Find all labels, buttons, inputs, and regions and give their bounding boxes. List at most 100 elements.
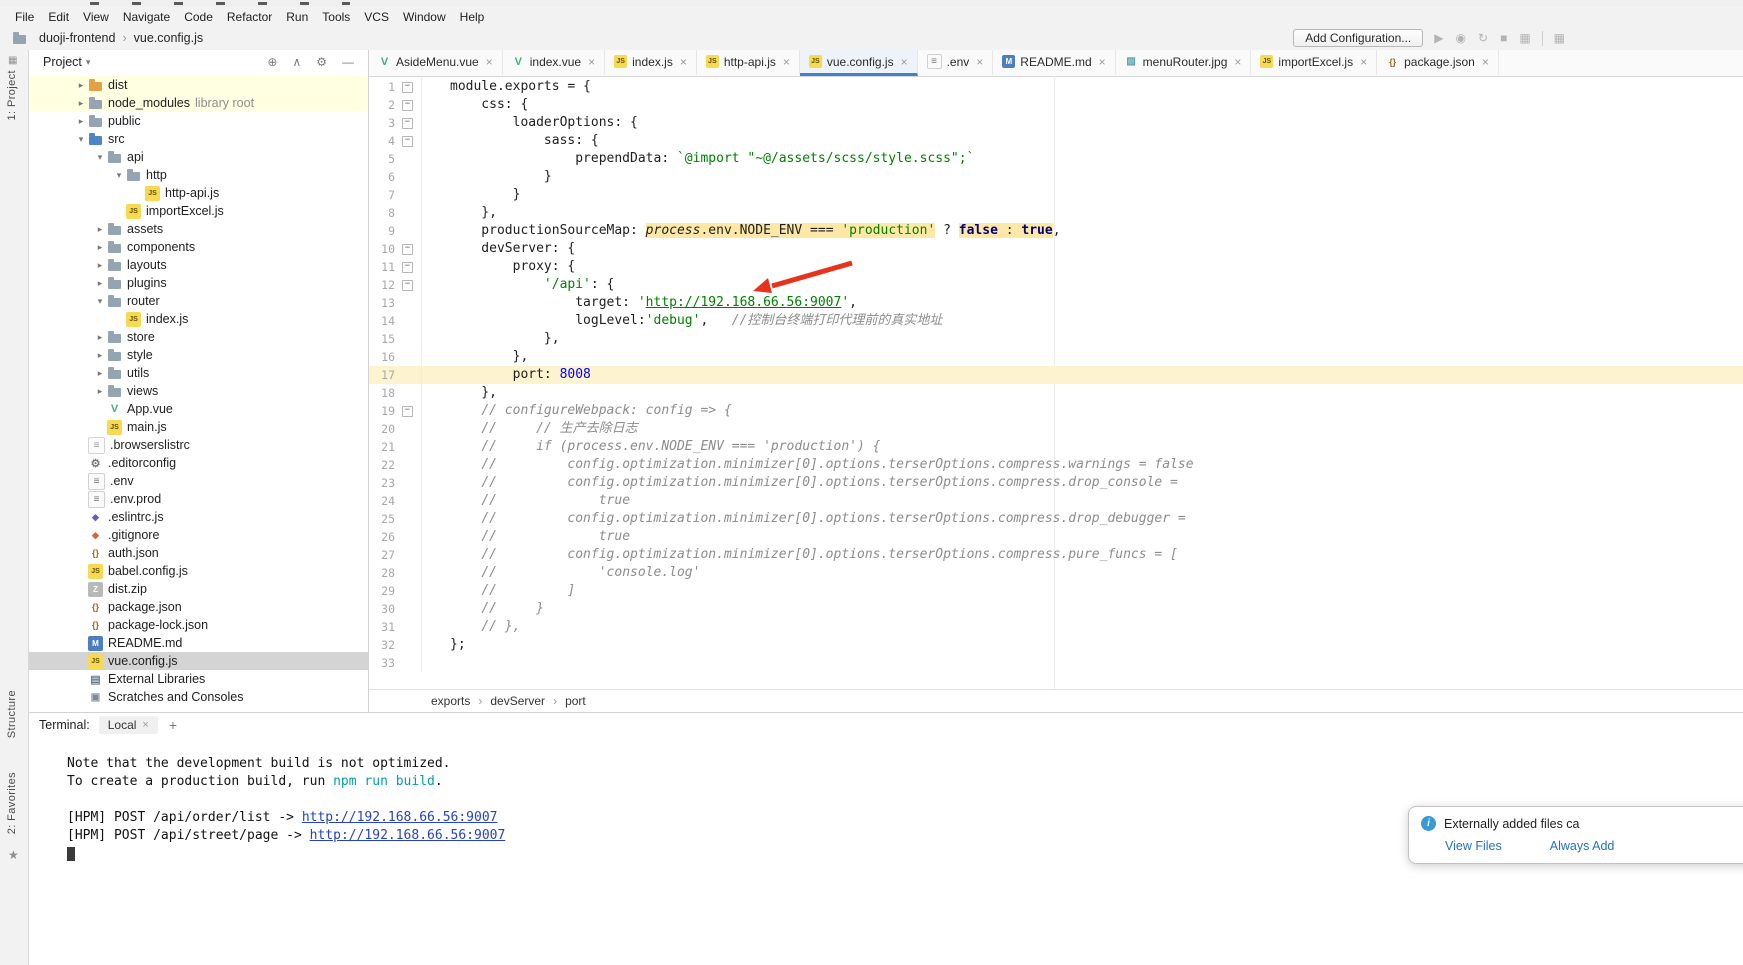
breadcrumb-devserver[interactable]: devServer: [490, 694, 545, 708]
close-icon[interactable]: ×: [1482, 55, 1489, 69]
project-view-selector[interactable]: Project: [43, 55, 82, 69]
tree-item-app-vue[interactable]: VApp.vue: [29, 400, 368, 418]
code-line-18[interactable]: 18 },: [369, 384, 1743, 402]
collapse-all-icon[interactable]: ∧: [292, 55, 301, 69]
terminal-tab-local[interactable]: Local ×: [99, 716, 158, 734]
tree-item-style[interactable]: ▸style: [29, 346, 368, 364]
code-line-17[interactable]: 17 port: 8008: [369, 366, 1743, 384]
code-line-5[interactable]: 5 prependData: `@import "~@/assets/scss/…: [369, 150, 1743, 168]
tree-item-http-api-js[interactable]: JShttp-api.js: [29, 184, 368, 202]
settings-icon[interactable]: ⚙: [316, 55, 327, 69]
tree-item-views[interactable]: ▸views: [29, 382, 368, 400]
code-line-6[interactable]: 6 }: [369, 168, 1743, 186]
code-line-29[interactable]: 29 // ]: [369, 582, 1743, 600]
chevron-right-icon[interactable]: ▸: [93, 260, 107, 271]
tree-item-browserslistrc[interactable]: ≡.browserslistrc: [29, 436, 368, 454]
code-line-8[interactable]: 8 },: [369, 204, 1743, 222]
code-line-13[interactable]: 13 target: 'http://192.168.66.56:9007',: [369, 294, 1743, 312]
fold-icon[interactable]: −: [395, 276, 420, 294]
terminal-link[interactable]: http://192.168.66.56:9007: [302, 810, 498, 825]
hide-icon[interactable]: —: [342, 55, 354, 69]
tree-item-package-json[interactable]: {}package.json: [29, 598, 368, 616]
chevron-right-icon[interactable]: ▸: [93, 224, 107, 235]
tree-item-public[interactable]: ▸public: [29, 112, 368, 130]
fold-icon[interactable]: −: [395, 240, 420, 258]
close-icon[interactable]: ×: [680, 55, 687, 69]
debug-icon[interactable]: ◉: [1456, 31, 1466, 45]
tree-item-babel-config-js[interactable]: JSbabel.config.js: [29, 562, 368, 580]
tree-item-utils[interactable]: ▸utils: [29, 364, 368, 382]
tree-item-src[interactable]: ▾src: [29, 130, 368, 148]
tree-item-scratches-and-consoles[interactable]: ▣Scratches and Consoles: [29, 688, 368, 706]
fold-icon[interactable]: −: [395, 114, 420, 132]
fold-icon[interactable]: −: [395, 402, 420, 420]
menu-item-window[interactable]: Window: [396, 9, 453, 25]
chevron-down-icon[interactable]: ▾: [74, 134, 88, 145]
tool-button-favorites[interactable]: 2: Favorites: [6, 772, 18, 834]
close-icon[interactable]: ×: [142, 719, 148, 731]
code-line-9[interactable]: 9 productionSourceMap: process.env.NODE_…: [369, 222, 1743, 240]
close-icon[interactable]: ×: [1360, 55, 1367, 69]
close-icon[interactable]: ×: [588, 55, 595, 69]
notification-link-always-add[interactable]: Always Add: [1550, 839, 1615, 853]
code-line-3[interactable]: 3− loaderOptions: {: [369, 114, 1743, 132]
chevron-right-icon[interactable]: ▸: [74, 98, 88, 109]
chevron-down-icon[interactable]: ▾: [93, 152, 107, 163]
code-line-22[interactable]: 22 // config.optimization.minimizer[0].o…: [369, 456, 1743, 474]
tree-item-components[interactable]: ▸components: [29, 238, 368, 256]
fold-icon[interactable]: −: [395, 78, 420, 96]
add-configuration-button[interactable]: Add Configuration...: [1293, 29, 1423, 47]
chevron-right-icon[interactable]: ▸: [74, 116, 88, 127]
stop-icon[interactable]: ■: [1500, 31, 1507, 45]
menu-item-view[interactable]: View: [76, 9, 116, 25]
star-icon[interactable]: ★: [8, 848, 19, 862]
tree-item-dist[interactable]: ▸dist: [29, 76, 368, 94]
menu-item-run[interactable]: Run: [279, 9, 315, 25]
code-line-16[interactable]: 16 },: [369, 348, 1743, 366]
close-icon[interactable]: ×: [486, 55, 493, 69]
tab-index-vue[interactable]: Vindex.vue×: [503, 50, 605, 76]
code-line-7[interactable]: 7 }: [369, 186, 1743, 204]
tree-item-http[interactable]: ▾http: [29, 166, 368, 184]
locate-icon[interactable]: ⊕: [267, 55, 277, 69]
tree-item-node-modules[interactable]: ▸node_moduleslibrary root: [29, 94, 368, 112]
new-terminal-button[interactable]: +: [169, 717, 177, 733]
menu-item-help[interactable]: Help: [453, 9, 492, 25]
tab-package-json[interactable]: {}package.json×: [1377, 50, 1499, 76]
chevron-down-icon[interactable]: ▾: [86, 57, 91, 68]
menu-item-edit[interactable]: Edit: [41, 9, 76, 25]
menu-item-refactor[interactable]: Refactor: [220, 9, 279, 25]
code-line-1[interactable]: 1−module.exports = {: [369, 78, 1743, 96]
tool-button-project[interactable]: 1: Project: [6, 70, 18, 120]
tree-item-external-libraries[interactable]: ▤External Libraries: [29, 670, 368, 688]
code-line-14[interactable]: 14 logLevel:'debug', //控制台终端打印代理前的真实地址: [369, 312, 1743, 330]
code-line-25[interactable]: 25 // config.optimization.minimizer[0].o…: [369, 510, 1743, 528]
code-line-32[interactable]: 32};: [369, 636, 1743, 654]
tree-item-router[interactable]: ▾router: [29, 292, 368, 310]
tree-item-layouts[interactable]: ▸layouts: [29, 256, 368, 274]
close-icon[interactable]: ×: [901, 55, 908, 69]
breadcrumb-project[interactable]: duoji-frontend: [39, 31, 115, 45]
chevron-right-icon[interactable]: ▸: [93, 278, 107, 289]
tab-env[interactable]: ≡.env×: [918, 50, 994, 76]
code-line-15[interactable]: 15 },: [369, 330, 1743, 348]
menu-item-file[interactable]: File: [8, 9, 41, 25]
breadcrumb-file[interactable]: vue.config.js: [134, 31, 203, 45]
tree-item-readme-md[interactable]: MREADME.md: [29, 634, 368, 652]
chevron-right-icon[interactable]: ▸: [93, 242, 107, 253]
tree-item-eslintrc-js[interactable]: ◆.eslintrc.js: [29, 508, 368, 526]
code-line-28[interactable]: 28 // 'console.log': [369, 564, 1743, 582]
chevron-down-icon[interactable]: ▾: [93, 296, 107, 307]
tree-item-store[interactable]: ▸store: [29, 328, 368, 346]
tree-item-main-js[interactable]: JSmain.js: [29, 418, 368, 436]
tree-item-plugins[interactable]: ▸plugins: [29, 274, 368, 292]
tree-item-auth-json[interactable]: {}auth.json: [29, 544, 368, 562]
grid-icon[interactable]: ▦: [1519, 31, 1530, 45]
tab-readme-md[interactable]: MREADME.md×: [993, 50, 1115, 76]
close-icon[interactable]: ×: [1234, 55, 1241, 69]
fold-icon[interactable]: −: [395, 258, 420, 276]
tree-item-index-js[interactable]: JSindex.js: [29, 310, 368, 328]
fold-icon[interactable]: −: [395, 96, 420, 114]
terminal-link[interactable]: http://192.168.66.56:9007: [310, 828, 506, 843]
tree-item-gitignore[interactable]: ◆.gitignore: [29, 526, 368, 544]
